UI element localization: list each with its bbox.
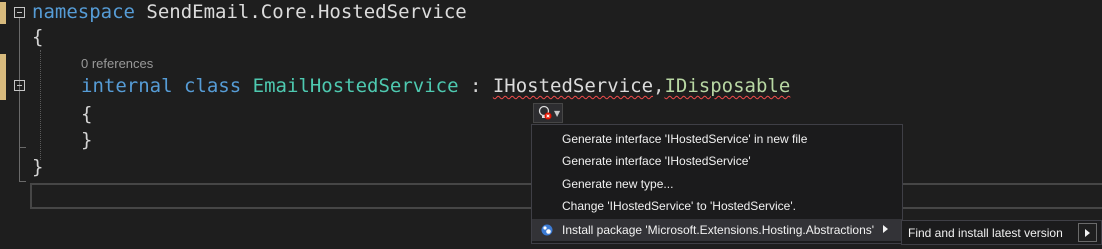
namespace-keyword: namespace bbox=[32, 1, 135, 23]
inner-open-brace: { bbox=[81, 103, 93, 125]
colon: : bbox=[458, 75, 493, 97]
code-line-open-brace[interactable]: { bbox=[32, 25, 43, 49]
menu-item-label: Generate interface 'IHostedService' bbox=[562, 154, 751, 168]
menu-item-generate-new-type[interactable]: Generate new type... bbox=[532, 173, 902, 195]
menu-item-generate-interface-new-file[interactable]: Generate interface 'IHostedService' in n… bbox=[532, 128, 902, 150]
menu-item-label: Generate new type... bbox=[562, 177, 674, 191]
collapse-class-icon[interactable] bbox=[14, 80, 25, 91]
open-brace: { bbox=[32, 26, 44, 48]
menu-item-change-to-hostedservice[interactable]: Change 'IHostedService' to 'HostedServic… bbox=[532, 195, 902, 217]
code-line-namespace[interactable]: namespace SendEmail.Core.HostedService bbox=[32, 0, 467, 24]
inner-close-brace: } bbox=[81, 129, 93, 151]
nuget-package-icon bbox=[541, 224, 553, 236]
namespace-name: SendEmail.Core.HostedService bbox=[146, 1, 467, 23]
change-marker bbox=[0, 54, 6, 100]
submenu-item-find-install-latest[interactable]: Find and install latest version bbox=[908, 226, 1063, 240]
close-brace: } bbox=[32, 156, 44, 178]
interface-idisposable[interactable]: IDisposable bbox=[664, 75, 790, 97]
code-line-class-declaration[interactable]: internal class EmailHostedService : IHos… bbox=[81, 74, 790, 98]
comma: , bbox=[653, 75, 665, 97]
submenu-arrow-icon bbox=[883, 225, 888, 233]
collapse-namespace-icon[interactable] bbox=[14, 7, 25, 18]
code-line-inner-close-brace[interactable]: } bbox=[81, 128, 92, 152]
code-line-close-brace[interactable]: } bbox=[32, 155, 43, 179]
quick-actions-lightbulb[interactable]: ▼ bbox=[533, 103, 563, 123]
install-package-submenu[interactable]: Find and install latest version bbox=[901, 220, 1102, 245]
fold-guide-end bbox=[19, 147, 26, 148]
menu-item-label: Generate interface 'IHostedService' in n… bbox=[562, 132, 808, 146]
indent-guide bbox=[40, 50, 41, 160]
internal-keyword: internal bbox=[81, 75, 173, 97]
class-keyword: class bbox=[183, 75, 242, 97]
quick-actions-menu: Generate interface 'IHostedService' in n… bbox=[531, 124, 903, 244]
submenu-expand-arrow-icon[interactable] bbox=[1078, 223, 1097, 242]
menu-item-label: Change 'IHostedService' to 'HostedServic… bbox=[562, 199, 796, 213]
lightbulb-error-icon bbox=[538, 105, 552, 120]
interface-ihostedservice[interactable]: IHostedService bbox=[493, 75, 653, 97]
fold-guide-line bbox=[19, 18, 20, 182]
chevron-down-icon: ▼ bbox=[554, 108, 561, 118]
menu-item-label: Install package 'Microsoft.Extensions.Ho… bbox=[562, 223, 875, 237]
fold-guide-end bbox=[19, 181, 26, 182]
menu-item-install-package[interactable]: Install package 'Microsoft.Extensions.Ho… bbox=[532, 219, 902, 241]
codelens-references[interactable]: 0 references bbox=[81, 56, 153, 71]
class-name: EmailHostedService bbox=[252, 75, 459, 97]
change-marker bbox=[0, 2, 6, 24]
code-line-inner-open-brace[interactable]: { bbox=[81, 102, 92, 126]
menu-item-generate-interface[interactable]: Generate interface 'IHostedService' bbox=[532, 150, 902, 172]
